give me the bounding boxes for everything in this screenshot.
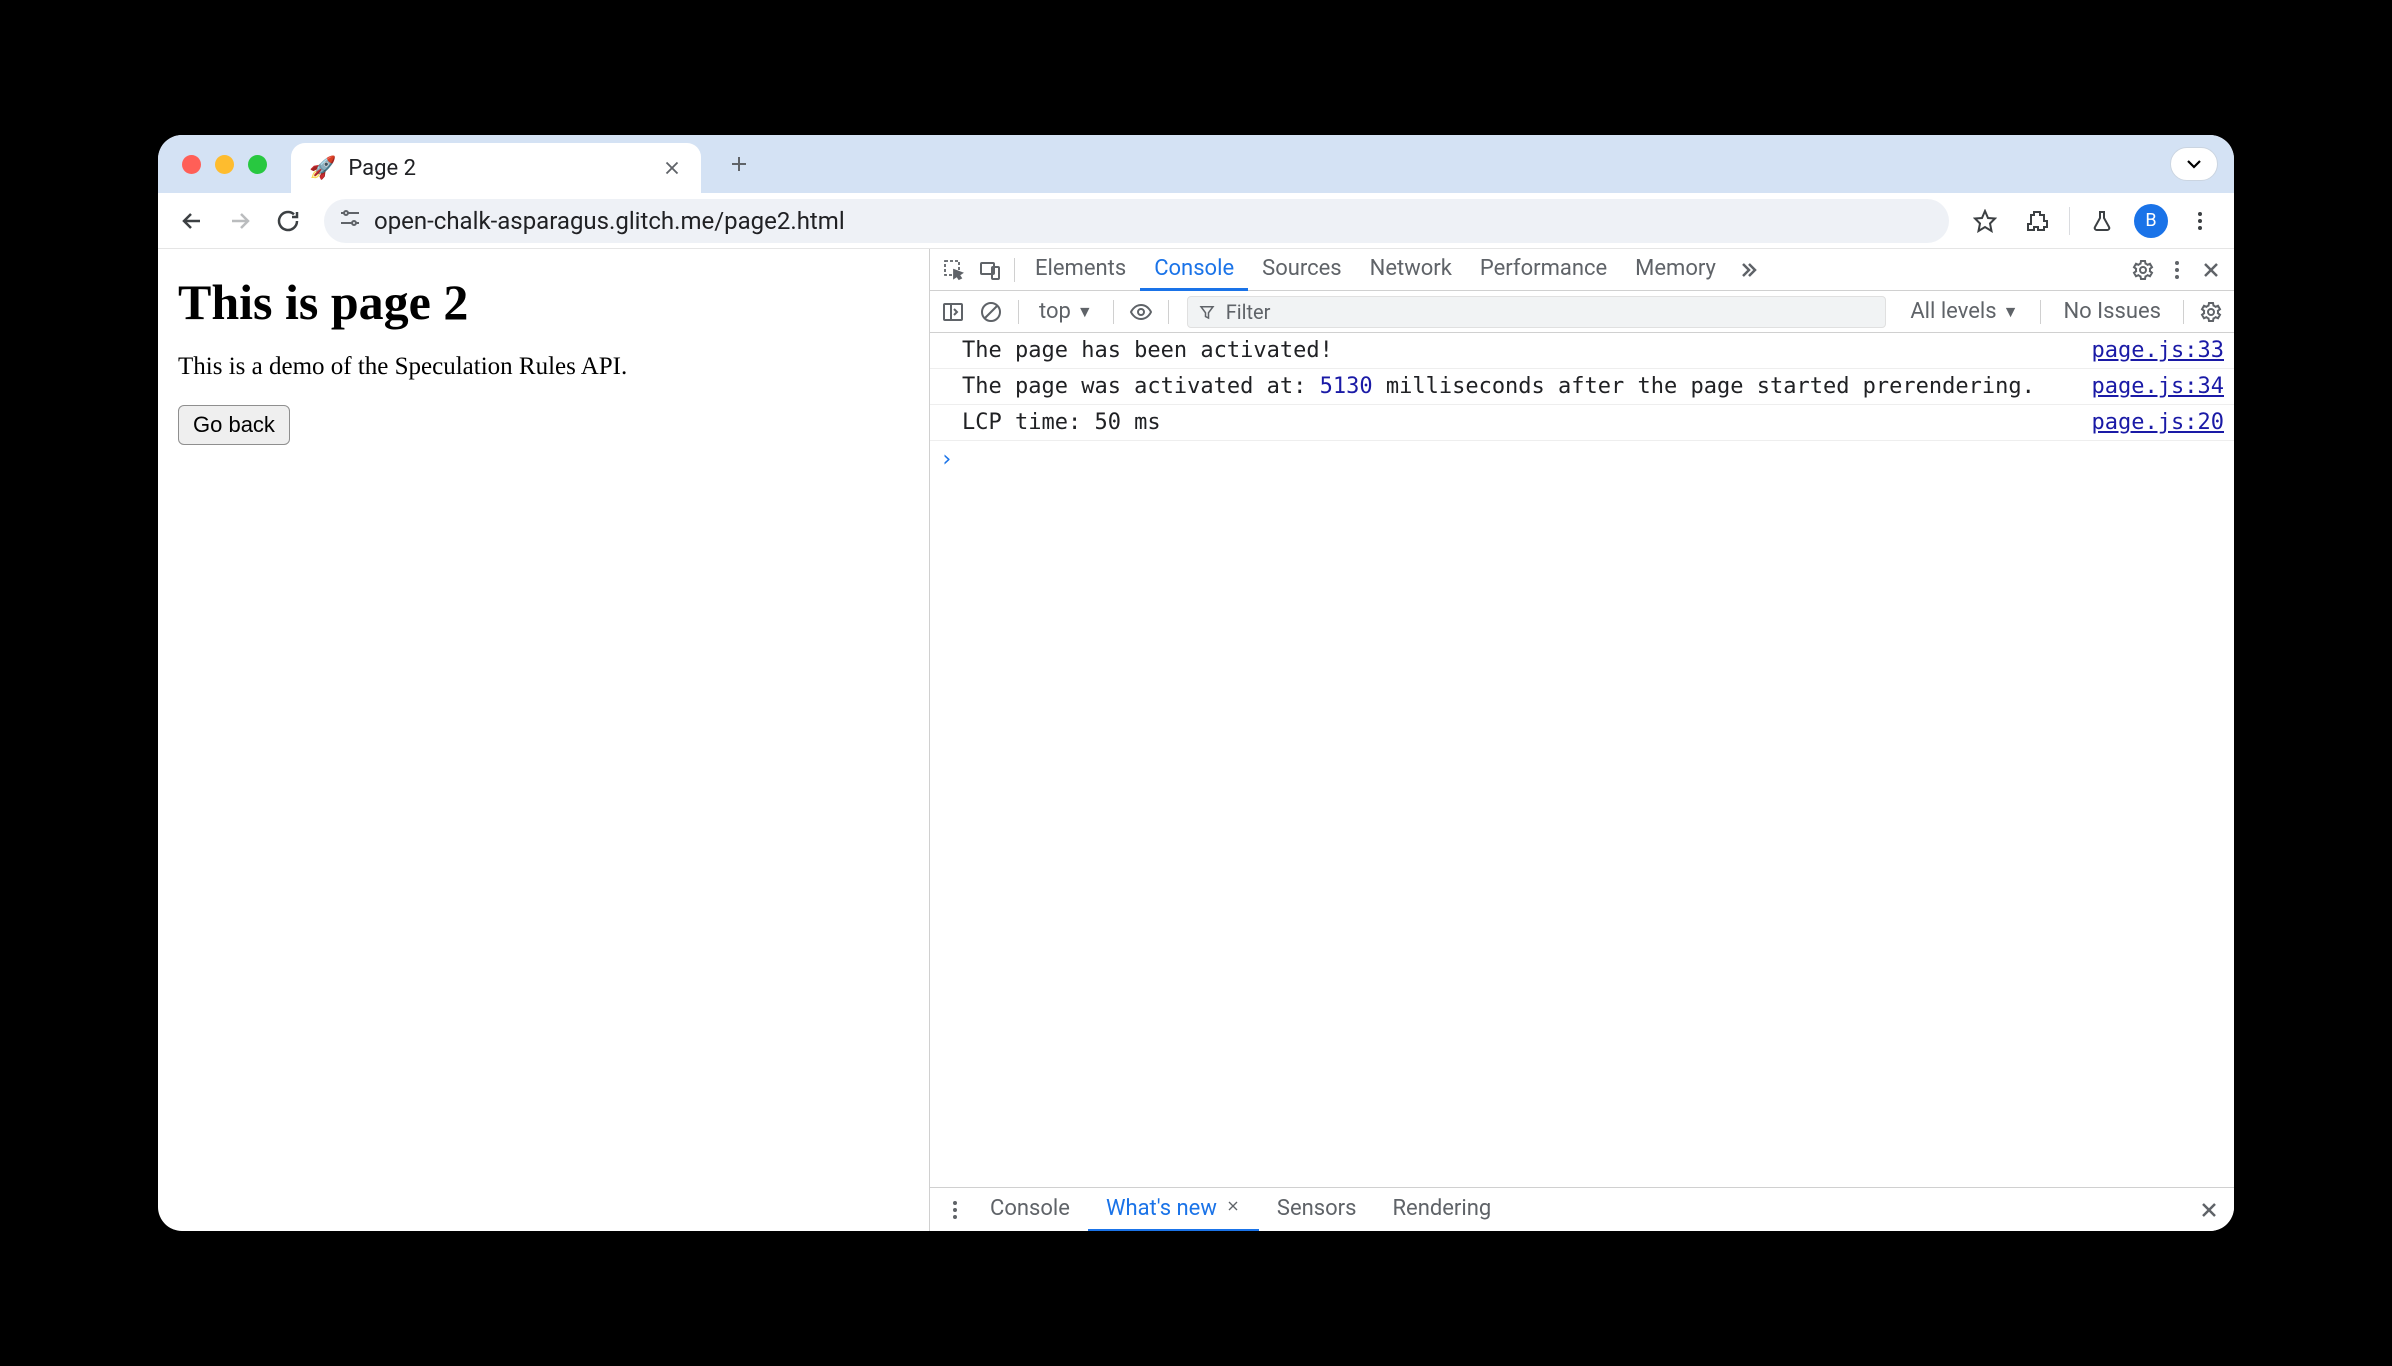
close-icon[interactable] — [1225, 1198, 1241, 1219]
tab-sources[interactable]: Sources — [1248, 249, 1356, 291]
source-link[interactable]: page.js:33 — [2092, 338, 2224, 363]
forward-button[interactable] — [220, 201, 260, 241]
context-selector[interactable]: top ▼ — [1029, 299, 1103, 324]
separator — [2040, 300, 2041, 324]
url-text: open-chalk-asparagus.glitch.me/page2.htm… — [374, 207, 845, 235]
drawer-tab-whatsnew[interactable]: What's new — [1088, 1188, 1259, 1232]
minimize-window-button[interactable] — [215, 155, 234, 174]
separator — [1018, 300, 1019, 324]
separator — [1014, 258, 1015, 282]
msg-text: milliseconds after the page started prer… — [1373, 374, 2035, 399]
msg-text: The page was activated at: — [962, 374, 1320, 399]
page-heading: This is page 2 — [178, 273, 909, 331]
close-window-button[interactable] — [182, 155, 201, 174]
devtools-menu-icon[interactable] — [2160, 253, 2194, 287]
site-settings-icon[interactable] — [338, 206, 362, 235]
issues-label[interactable]: No Issues — [2051, 299, 2173, 324]
tab-search-button[interactable] — [2170, 147, 2218, 181]
close-drawer-icon[interactable] — [2192, 1193, 2226, 1227]
tab-console[interactable]: Console — [1140, 249, 1248, 291]
favicon-icon: 🚀 — [309, 156, 336, 181]
drawer-tab-console[interactable]: Console — [972, 1188, 1088, 1232]
chevron-down-icon: ▼ — [1077, 302, 1093, 322]
browser-window: 🚀 Page 2 open-chalk-asparagus.glitch — [158, 135, 2234, 1231]
drawer-menu-icon[interactable] — [938, 1193, 972, 1227]
new-tab-button[interactable] — [719, 144, 759, 184]
web-page: This is page 2 This is a demo of the Spe… — [158, 249, 930, 1231]
console-message: The page was activated at: 5130 millisec… — [930, 369, 2234, 405]
console-toolbar: top ▼ Filter All levels ▼ No Issues — [930, 291, 2234, 333]
devtools-tabbar: Elements Console Sources Network Perform… — [930, 249, 2234, 291]
chrome-menu-button[interactable] — [2180, 201, 2220, 241]
tab-memory[interactable]: Memory — [1621, 249, 1730, 291]
labs-button[interactable] — [2082, 201, 2122, 241]
tab-network[interactable]: Network — [1356, 249, 1466, 291]
msg-text: LCP time: 50 ms — [962, 410, 1161, 435]
reload-button[interactable] — [268, 201, 308, 241]
console-filter[interactable]: Filter — [1187, 296, 1887, 328]
console-prompt[interactable]: › — [930, 441, 2234, 478]
msg-text: The page has been activated! — [962, 338, 1333, 363]
settings-icon[interactable] — [2126, 253, 2160, 287]
separator — [1113, 300, 1114, 324]
tab-title: Page 2 — [348, 156, 416, 181]
toggle-sidebar-icon[interactable] — [936, 295, 970, 329]
separator — [1168, 300, 1169, 324]
context-label: top — [1039, 299, 1071, 324]
devtools-drawer: Console What's new Sensors Rendering — [930, 1187, 2234, 1231]
msg-number: 5130 — [1320, 374, 1373, 399]
tab-performance[interactable]: Performance — [1466, 249, 1621, 291]
tab-strip: 🚀 Page 2 — [158, 135, 2234, 193]
filter-placeholder: Filter — [1226, 300, 1271, 324]
inspect-element-icon[interactable] — [936, 252, 972, 288]
go-back-button[interactable]: Go back — [178, 405, 290, 445]
tab-elements[interactable]: Elements — [1021, 249, 1140, 291]
log-levels-selector[interactable]: All levels ▼ — [1898, 299, 2030, 324]
console-message: The page has been activated! page.js:33 — [930, 333, 2234, 369]
window-controls — [182, 155, 267, 174]
live-expression-icon[interactable] — [1124, 295, 1158, 329]
levels-label: All levels — [1910, 299, 1996, 324]
avatar-letter: B — [2145, 210, 2156, 231]
address-bar[interactable]: open-chalk-asparagus.glitch.me/page2.htm… — [324, 199, 1949, 243]
chevron-down-icon: ▼ — [2003, 302, 2019, 322]
drawer-tab-label: What's new — [1106, 1196, 1217, 1221]
profile-avatar[interactable]: B — [2134, 204, 2168, 238]
more-tabs-icon[interactable] — [1730, 252, 1766, 288]
console-message: LCP time: 50 ms page.js:20 — [930, 405, 2234, 441]
drawer-tab-rendering[interactable]: Rendering — [1374, 1188, 1509, 1232]
console-settings-icon[interactable] — [2194, 295, 2228, 329]
close-devtools-icon[interactable] — [2194, 253, 2228, 287]
maximize-window-button[interactable] — [248, 155, 267, 174]
extensions-button[interactable] — [2017, 201, 2057, 241]
clear-console-icon[interactable] — [974, 295, 1008, 329]
browser-toolbar: open-chalk-asparagus.glitch.me/page2.htm… — [158, 193, 2234, 249]
console-output: The page has been activated! page.js:33 … — [930, 333, 2234, 1187]
drawer-tab-sensors[interactable]: Sensors — [1259, 1188, 1375, 1232]
separator — [2183, 300, 2184, 324]
devtools-panel: Elements Console Sources Network Perform… — [930, 249, 2234, 1231]
content-area: This is page 2 This is a demo of the Spe… — [158, 249, 2234, 1231]
browser-tab[interactable]: 🚀 Page 2 — [291, 143, 701, 193]
back-button[interactable] — [172, 201, 212, 241]
source-link[interactable]: page.js:20 — [2092, 410, 2224, 435]
close-tab-button[interactable] — [661, 157, 683, 179]
device-toolbar-icon[interactable] — [972, 252, 1008, 288]
page-paragraph: This is a demo of the Speculation Rules … — [178, 353, 909, 381]
source-link[interactable]: page.js:34 — [2092, 374, 2224, 399]
toolbar-right: B — [1965, 201, 2220, 241]
separator — [2069, 207, 2070, 235]
bookmark-button[interactable] — [1965, 201, 2005, 241]
